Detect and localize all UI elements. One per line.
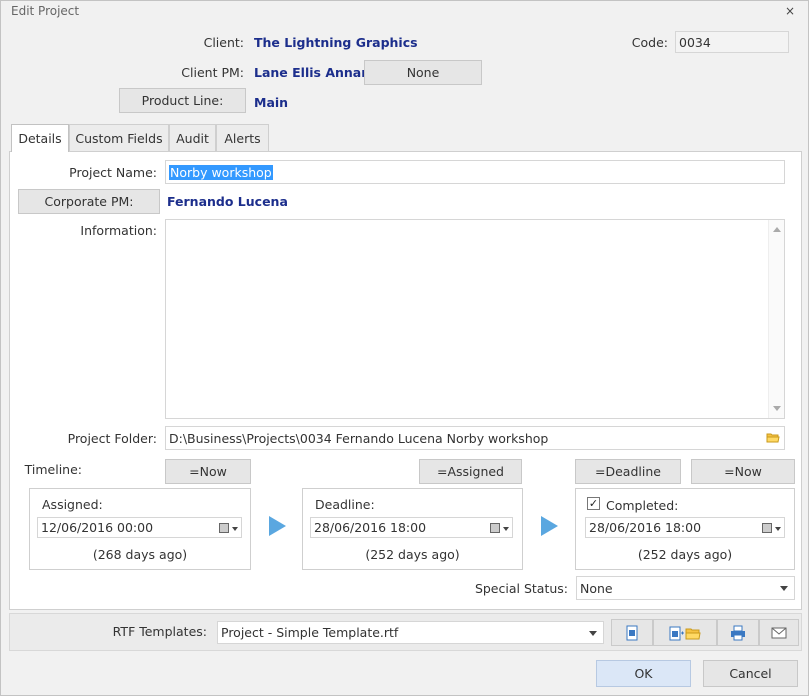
envelope-icon [771,627,787,638]
completed-date-value: 28/06/2016 18:00 [589,520,702,535]
information-scrollbar[interactable] [768,220,784,418]
tab-audit[interactable]: Audit [169,124,216,151]
rtf-templates-value: Project - Simple Template.rtf [221,625,399,640]
chevron-down-icon[interactable] [589,630,597,636]
project-name-input[interactable]: Norby workshop [165,160,785,184]
folder-icon[interactable] [766,431,780,447]
window-title: Edit Project [11,4,80,18]
scroll-down-icon[interactable] [773,406,781,411]
ok-button[interactable]: OK [596,660,691,687]
chevron-down-icon[interactable] [503,527,509,531]
rtf-templates-label: RTF Templates: [112,624,207,639]
chevron-down-icon[interactable] [232,527,238,531]
information-textarea[interactable] [165,219,785,419]
deadline-label: Deadline: [315,497,375,512]
completed-group: ✓ Completed: 28/06/2016 18:00 (252 days … [575,488,795,570]
corporate-pm-button[interactable]: Corporate PM: [18,189,160,214]
tab-custom-fields[interactable]: Custom Fields [69,124,169,151]
tab-alerts[interactable]: Alerts [216,124,269,151]
assigned-date-value: 12/06/2016 00:00 [41,520,154,535]
project-name-label: Project Name: [69,165,157,180]
title-bar: Edit Project × [1,1,808,21]
completed-days-ago: (252 days ago) [637,547,733,562]
completed-equals-deadline-button[interactable]: =Deadline [575,459,681,484]
timeline-label: Timeline: [24,462,82,477]
project-name-value: Norby workshop [169,164,273,180]
deadline-group: Deadline: 28/06/2016 18:00 (252 days ago… [302,488,523,570]
assigned-label: Assigned: [42,497,103,512]
deadline-days-ago: (252 days ago) [365,547,460,562]
client-pm-label: Client PM: [181,65,244,80]
chevron-down-icon[interactable] [780,586,788,591]
completed-label: Completed: [606,498,679,513]
print-button[interactable] [717,619,759,646]
product-line-value: Main [254,95,289,110]
cancel-button[interactable]: Cancel [703,660,798,687]
calendar-icon[interactable] [219,523,229,533]
tab-details[interactable]: Details [11,124,69,152]
close-icon[interactable]: × [780,3,800,19]
special-status-select[interactable]: None [576,576,795,600]
arrow-right-icon [269,516,286,536]
code-value: 0034 [679,34,711,50]
assigned-group: Assigned: 12/06/2016 00:00 (268 days ago… [29,488,251,570]
deadline-date-value: 28/06/2016 18:00 [314,520,427,535]
project-folder-input[interactable]: D:\Business\Projects\0034 Fernando Lucen… [165,426,785,450]
open-template-folder-button[interactable] [653,619,717,646]
code-label: Code: [631,35,668,50]
calendar-icon[interactable] [490,523,500,533]
email-button[interactable] [759,619,799,646]
client-value: The Lightning Graphics [254,35,418,50]
special-status-value: None [580,580,613,596]
completed-checkbox[interactable]: ✓ [587,497,600,510]
document-icon [626,625,638,640]
chevron-down-icon[interactable] [775,527,781,531]
edit-project-window: Edit Project × Client: The Lightning Gra… [0,0,809,696]
client-pm-value: Lane Ellis Annan [254,65,371,80]
assigned-now-button[interactable]: =Now [165,459,251,484]
deadline-equals-assigned-button[interactable]: =Assigned [419,459,522,484]
special-status-label: Special Status: [474,581,568,596]
completed-now-button[interactable]: =Now [691,459,795,484]
code-field[interactable]: 0034 [675,31,789,53]
corporate-pm-value: Fernando Lucena [167,194,288,209]
printer-icon [731,625,745,640]
arrow-right-icon [541,516,558,536]
product-line-button[interactable]: Product Line: [119,88,246,113]
assigned-date-input[interactable]: 12/06/2016 00:00 [37,517,242,538]
information-label: Information: [80,223,157,238]
calendar-icon[interactable] [762,523,772,533]
document-folder-icon [669,626,701,640]
project-folder-value: D:\Business\Projects\0034 Fernando Lucen… [169,430,549,446]
project-folder-label: Project Folder: [67,431,157,446]
client-pm-none-button[interactable]: None [364,60,482,85]
client-label: Client: [203,35,244,50]
rtf-templates-select[interactable]: Project - Simple Template.rtf [217,621,604,644]
deadline-date-input[interactable]: 28/06/2016 18:00 [310,517,513,538]
open-template-button[interactable] [611,619,653,646]
assigned-days-ago: (268 days ago) [92,547,188,562]
scroll-up-icon[interactable] [773,227,781,232]
completed-date-input[interactable]: 28/06/2016 18:00 [585,517,785,538]
